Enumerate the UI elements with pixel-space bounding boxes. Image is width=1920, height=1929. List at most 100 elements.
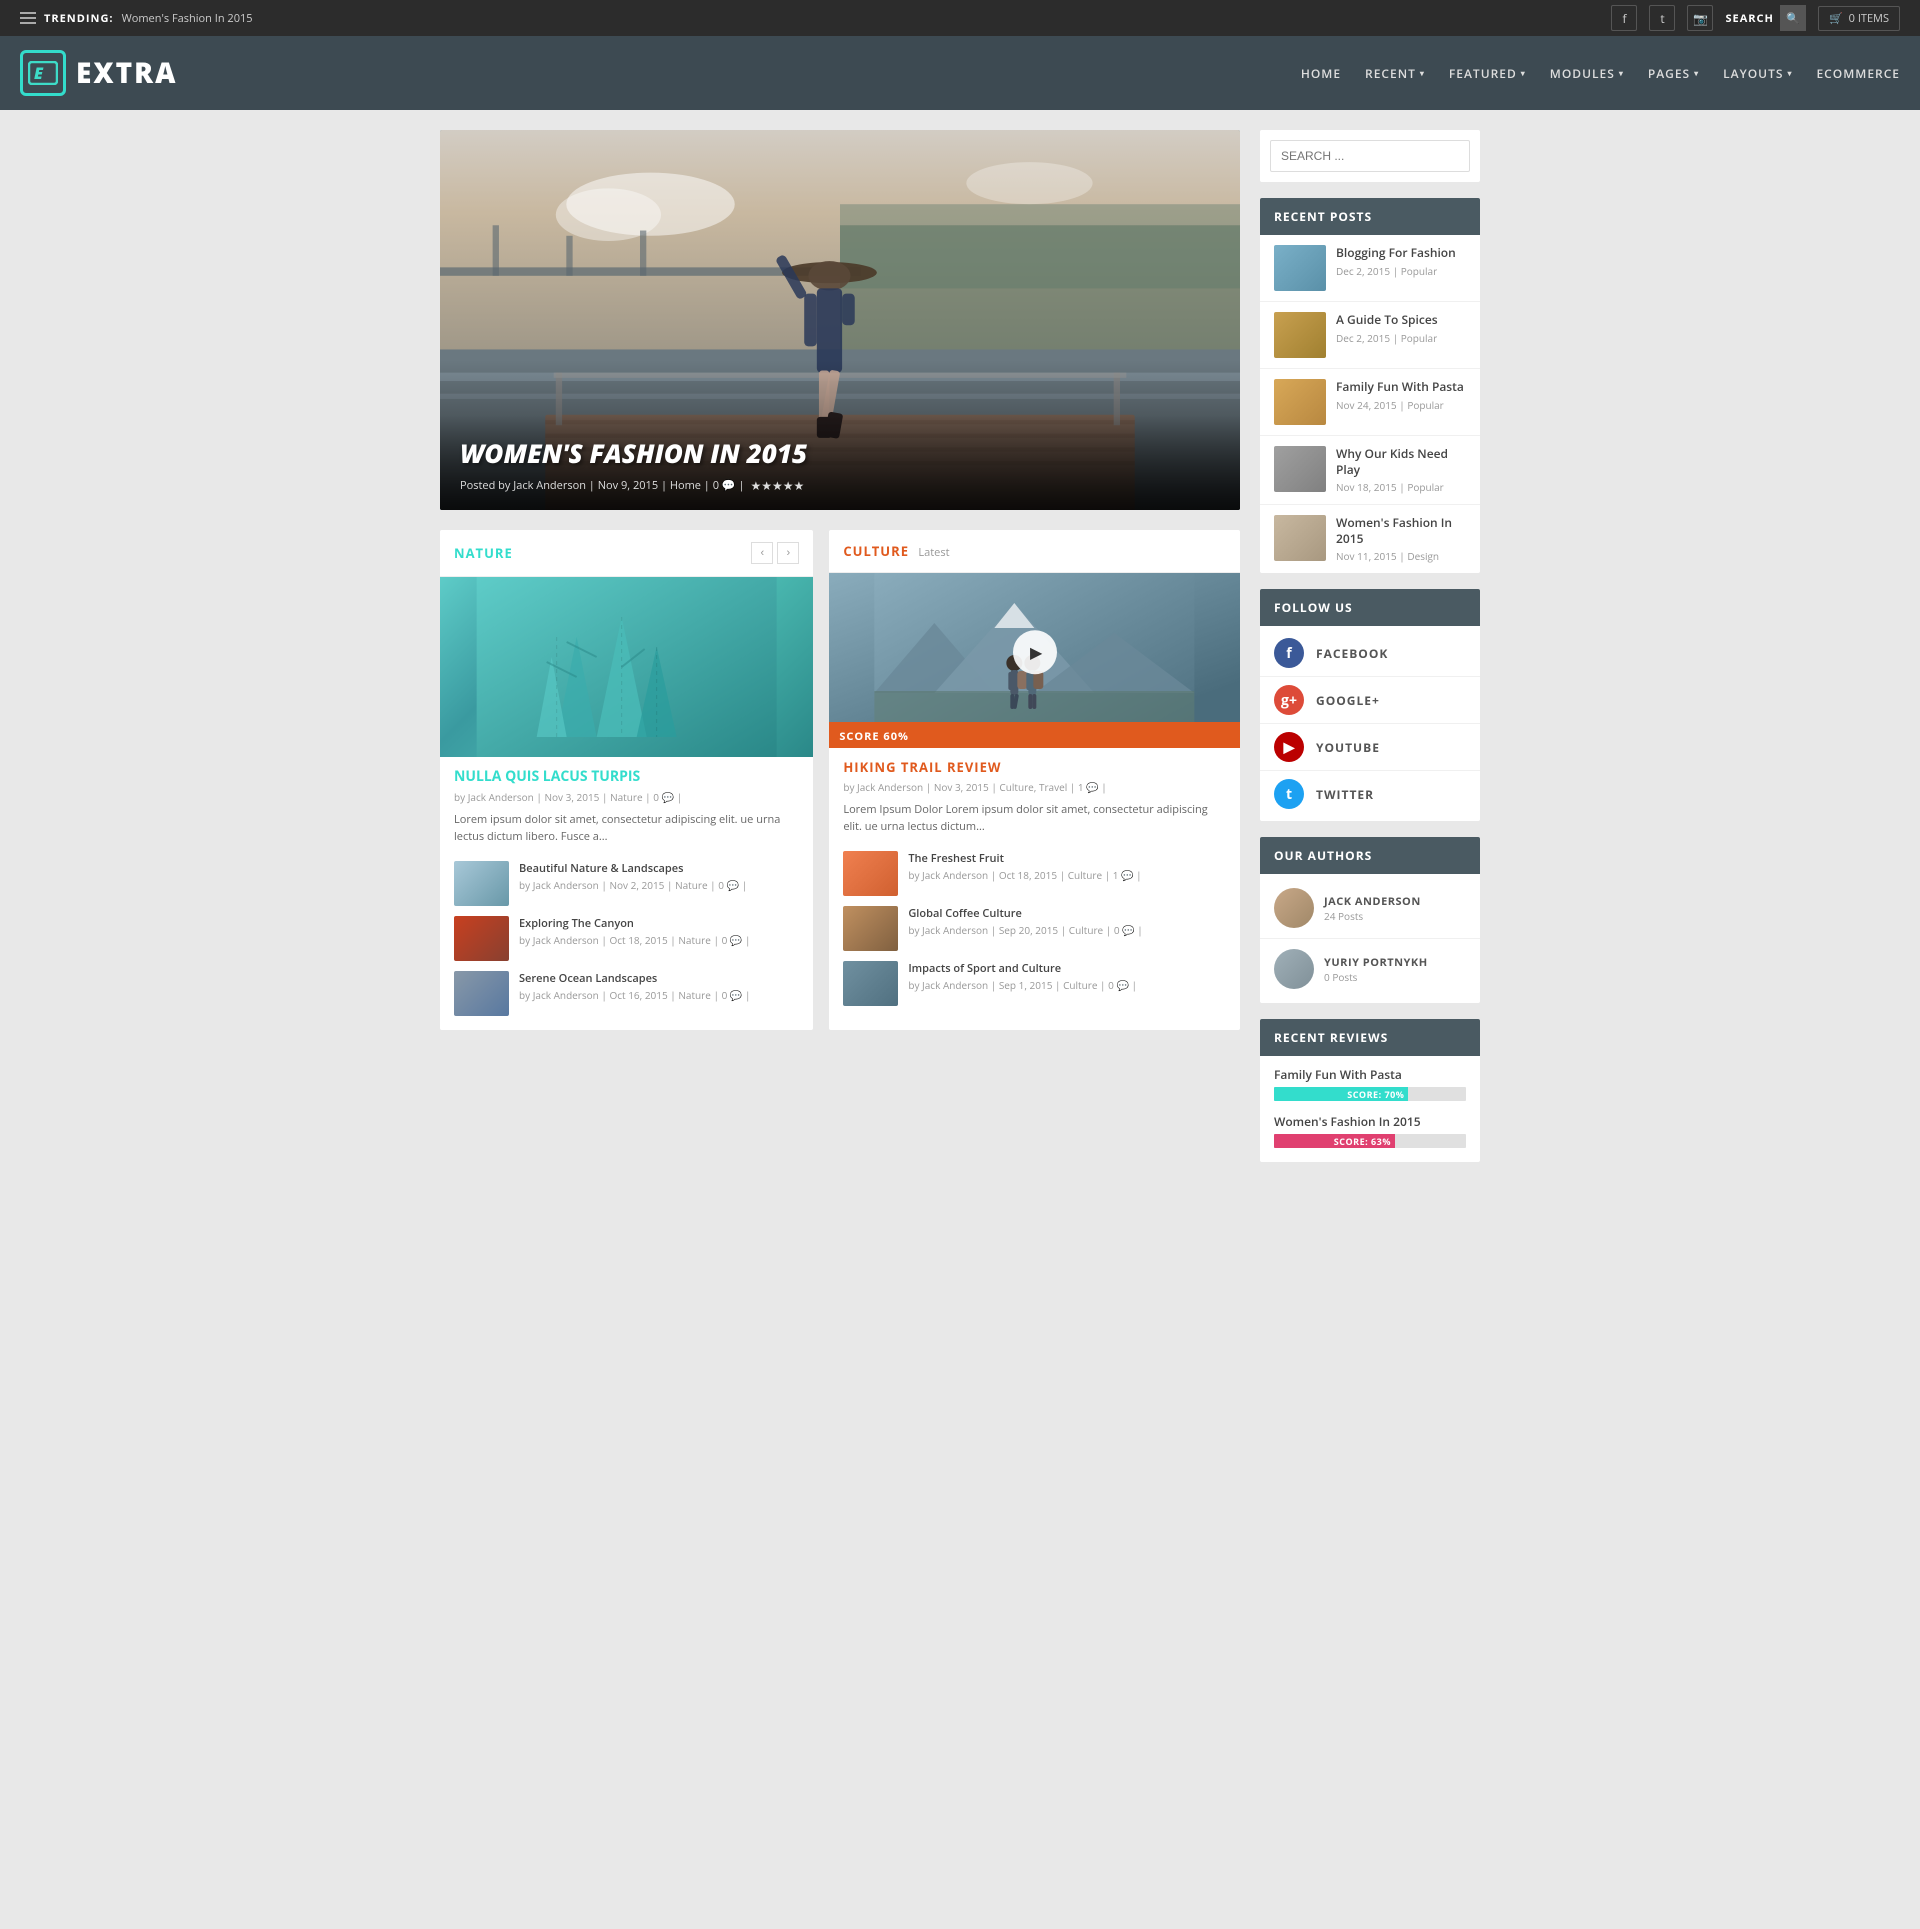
- culture-item-content: The Freshest Fruit by Jack Anderson | Oc…: [908, 851, 1226, 882]
- list-item: Impacts of Sport and Culture by Jack And…: [843, 961, 1226, 1006]
- nav-modules[interactable]: MODULES ▾: [1550, 65, 1624, 82]
- recent-posts-title: RECENT POSTS: [1260, 198, 1480, 235]
- twitter-icon: t: [1274, 779, 1304, 809]
- search-input[interactable]: [1270, 140, 1470, 172]
- author-list: JACK ANDERSON 24 Posts YURIY PORTNYKH 0 …: [1260, 874, 1480, 1003]
- follow-twitter-label: TWITTER: [1316, 786, 1374, 803]
- review-title: Family Fun With Pasta: [1274, 1066, 1466, 1083]
- nature-featured-image: [440, 577, 813, 757]
- hero-overlay: WOMEN'S FASHION IN 2015 Posted by Jack A…: [440, 415, 1240, 510]
- culture-item-content: Global Coffee Culture by Jack Anderson |…: [908, 906, 1226, 937]
- author-posts: 24 Posts: [1324, 909, 1421, 923]
- follow-us-title: FOLLOW US: [1260, 589, 1480, 626]
- review-item: Family Fun With Pasta SCORE: 70%: [1274, 1066, 1466, 1101]
- follow-facebook[interactable]: f FACEBOOK: [1260, 630, 1480, 677]
- instagram-icon[interactable]: 📷: [1687, 5, 1713, 31]
- nature-item-title[interactable]: Serene Ocean Landscapes: [519, 971, 799, 986]
- nature-featured-meta: by Jack Anderson | Nov 3, 2015 | Nature …: [440, 790, 813, 812]
- culture-featured-meta: by Jack Anderson | Nov 3, 2015 | Culture…: [829, 780, 1240, 802]
- rp-title[interactable]: A Guide To Spices: [1336, 312, 1466, 328]
- culture-panel-header: CULTURE Latest: [829, 530, 1240, 573]
- cart-button[interactable]: 🛒 0 ITEMS: [1818, 6, 1900, 31]
- culture-thumb-fruit: [843, 851, 898, 896]
- list-item: Global Coffee Culture by Jack Anderson |…: [843, 906, 1226, 951]
- list-item: Exploring The Canyon by Jack Anderson | …: [454, 916, 799, 961]
- play-button[interactable]: ▶: [1013, 630, 1057, 674]
- follow-twitter[interactable]: t TWITTER: [1260, 771, 1480, 817]
- sidebar-search-box: [1260, 130, 1480, 182]
- nature-item-content: Serene Ocean Landscapes by Jack Anderson…: [519, 971, 799, 1002]
- nature-item-content: Beautiful Nature & Landscapes by Jack An…: [519, 861, 799, 892]
- rp-content: Blogging For Fashion Dec 2, 2015 | Popul…: [1336, 245, 1466, 278]
- culture-item-content: Impacts of Sport and Culture by Jack And…: [908, 961, 1226, 992]
- review-bar-wrap: SCORE: 63%: [1274, 1134, 1466, 1148]
- follow-youtube[interactable]: ▶ YOUTUBE: [1260, 724, 1480, 771]
- rp-title[interactable]: Blogging For Fashion: [1336, 245, 1466, 261]
- rp-thumb-pasta: [1274, 379, 1326, 425]
- nature-prev[interactable]: ‹: [751, 542, 773, 564]
- culture-item-meta: by Jack Anderson | Sep 1, 2015 | Culture…: [908, 978, 1226, 992]
- nature-item-meta: by Jack Anderson | Nov 2, 2015 | Nature …: [519, 878, 799, 892]
- nature-item-content: Exploring The Canyon by Jack Anderson | …: [519, 916, 799, 947]
- twitter-icon[interactable]: t: [1649, 5, 1675, 31]
- rp-title[interactable]: Family Fun With Pasta: [1336, 379, 1466, 395]
- culture-title-link[interactable]: HIKING TRAIL REVIEW: [843, 758, 1001, 776]
- search-icon[interactable]: 🔍: [1780, 5, 1806, 31]
- rp-meta: Nov 24, 2015 | Popular: [1336, 398, 1466, 412]
- nav-recent[interactable]: RECENT ▾: [1365, 65, 1425, 82]
- nav-pages[interactable]: PAGES ▾: [1648, 65, 1699, 82]
- culture-title: CULTURE: [843, 542, 909, 560]
- facebook-icon[interactable]: f: [1611, 5, 1637, 31]
- play-icon: ▶: [1030, 641, 1042, 663]
- nature-next[interactable]: ›: [777, 542, 799, 564]
- hero-meta: Posted by Jack Anderson | Nov 9, 2015 | …: [460, 477, 1220, 494]
- main-nav: HOME RECENT ▾ FEATURED ▾ MODULES ▾ PAGES…: [1301, 65, 1900, 82]
- nature-panel-header: NATURE ‹ ›: [440, 530, 813, 577]
- rp-thumb-play: [1274, 446, 1326, 492]
- nature-item-title[interactable]: Exploring The Canyon: [519, 916, 799, 931]
- nature-item-title[interactable]: Beautiful Nature & Landscapes: [519, 861, 799, 876]
- rp-meta: Dec 2, 2015 | Popular: [1336, 264, 1466, 278]
- author-name[interactable]: YURIY PORTNYKH: [1324, 955, 1428, 970]
- avatar-jack: [1274, 888, 1314, 928]
- culture-score-bar: SCORE 60%: [829, 722, 1240, 748]
- rp-content: Why Our Kids Need Play Nov 18, 2015 | Po…: [1336, 446, 1466, 494]
- rp-title[interactable]: Women's Fashion In 2015: [1336, 515, 1466, 546]
- rp-title[interactable]: Why Our Kids Need Play: [1336, 446, 1466, 477]
- follow-google-label: GOOGLE+: [1316, 692, 1380, 709]
- culture-item-title[interactable]: Impacts of Sport and Culture: [908, 961, 1226, 976]
- author-info: YURIY PORTNYKH 0 Posts: [1324, 955, 1428, 984]
- trending-value: Women's Fashion In 2015: [122, 11, 253, 26]
- trending-label: TRENDING:: [44, 11, 114, 26]
- follow-youtube-label: YOUTUBE: [1316, 739, 1380, 756]
- hero-stars: ★★★★★: [750, 477, 804, 494]
- nav-featured[interactable]: FEATURED ▾: [1449, 65, 1526, 82]
- nav-home[interactable]: HOME: [1301, 65, 1341, 82]
- follow-facebook-label: FACEBOOK: [1316, 645, 1388, 662]
- nature-featured-title[interactable]: NULLA QUIS LACUS TURPIS: [440, 757, 813, 790]
- nav-layouts[interactable]: LAYOUTS ▾: [1723, 65, 1792, 82]
- nature-thumb-bt: [454, 861, 509, 906]
- logo[interactable]: E EXTRA: [20, 50, 177, 96]
- list-item: Women's Fashion In 2015 Nov 11, 2015 | D…: [1260, 505, 1480, 573]
- culture-featured-excerpt: Lorem Ipsum Dolor Lorem ipsum dolor sit …: [829, 802, 1240, 845]
- menu-icon[interactable]: [20, 12, 36, 24]
- review-score-label: SCORE: 63%: [1334, 1135, 1391, 1148]
- facebook-icon: f: [1274, 638, 1304, 668]
- review-bar-wrap: SCORE: 70%: [1274, 1087, 1466, 1101]
- culture-featured-image: ▶ SCORE 60%: [829, 573, 1240, 748]
- culture-item-title[interactable]: The Freshest Fruit: [908, 851, 1226, 866]
- main-wrap: WOMEN'S FASHION IN 2015 Posted by Jack A…: [430, 110, 1490, 1182]
- list-item: A Guide To Spices Dec 2, 2015 | Popular: [1260, 302, 1480, 369]
- rp-content: A Guide To Spices Dec 2, 2015 | Popular: [1336, 312, 1466, 345]
- author-name[interactable]: JACK ANDERSON: [1324, 894, 1421, 909]
- follow-google[interactable]: g+ GOOGLE+: [1260, 677, 1480, 724]
- top-bar-right: f t 📷 SEARCH 🔍 🛒 0 ITEMS: [1611, 5, 1900, 31]
- google-icon: g+: [1274, 685, 1304, 715]
- culture-header-titles: CULTURE Latest: [843, 542, 949, 560]
- nav-ecommerce[interactable]: ECOMMERCE: [1816, 65, 1900, 82]
- culture-item-title[interactable]: Global Coffee Culture: [908, 906, 1226, 921]
- top-search[interactable]: SEARCH 🔍: [1725, 5, 1806, 31]
- rp-content: Women's Fashion In 2015 Nov 11, 2015 | D…: [1336, 515, 1466, 563]
- culture-list: The Freshest Fruit by Jack Anderson | Oc…: [829, 845, 1240, 1020]
